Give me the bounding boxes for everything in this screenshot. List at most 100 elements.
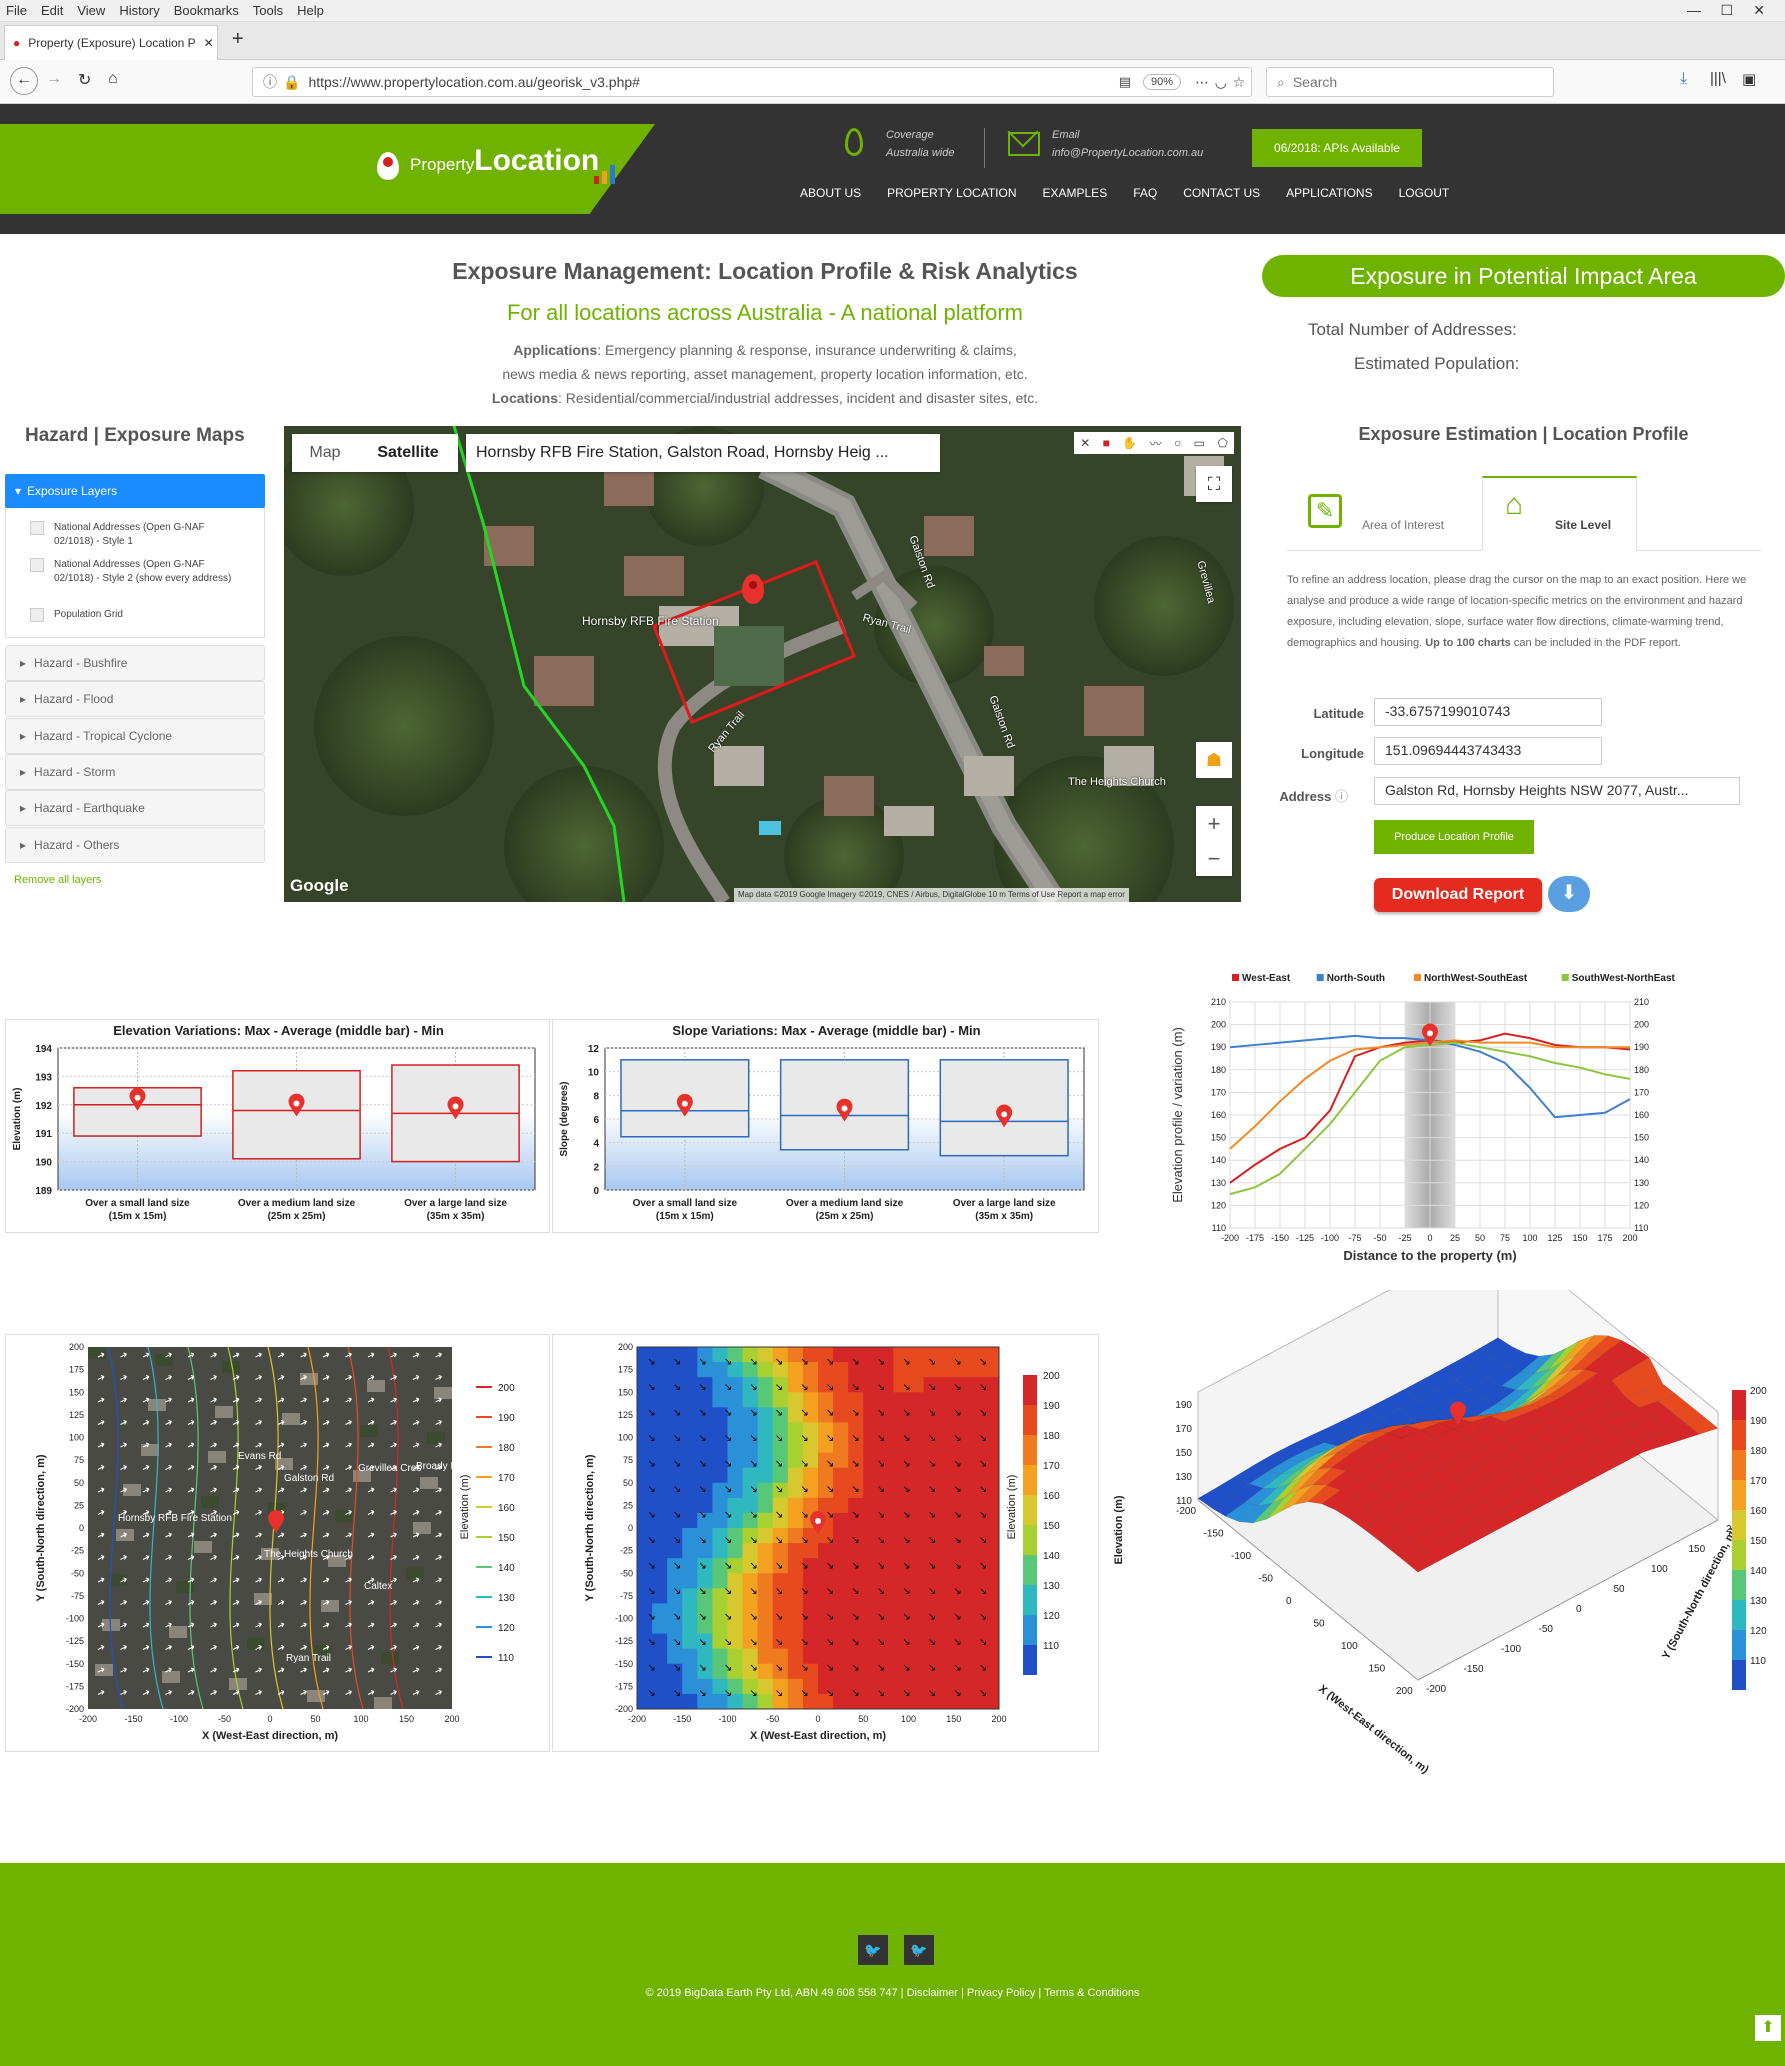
heatmap-cell bbox=[637, 1392, 653, 1408]
map-marker-icon[interactable] bbox=[742, 574, 764, 604]
map-search-input[interactable]: Hornsby RFB Fire Station, Galston Road, … bbox=[466, 434, 940, 472]
heatmap-cell bbox=[697, 1693, 713, 1710]
edit-icon: ✎ bbox=[1308, 494, 1342, 528]
browser-search-input[interactable]: ⌕ Search bbox=[1266, 67, 1554, 97]
zoom-out-icon[interactable]: − bbox=[1208, 846, 1221, 872]
layer-checkbox-3[interactable] bbox=[30, 608, 44, 622]
nav-applications[interactable]: APPLICATIONS bbox=[1286, 186, 1372, 200]
satellite-map[interactable]: Hornsby RFB Fire Station Ryan Trail Gals… bbox=[284, 426, 1241, 902]
new-tab-icon[interactable]: + bbox=[232, 28, 244, 51]
polyline-icon[interactable]: 〰 bbox=[1150, 435, 1162, 452]
heatmap-cell bbox=[697, 1392, 713, 1408]
reader-icon[interactable]: ▤ bbox=[1119, 74, 1131, 90]
pocket-icon[interactable]: ◡ bbox=[1215, 74, 1227, 91]
nav-faq[interactable]: FAQ bbox=[1133, 186, 1157, 200]
menu-history[interactable]: History bbox=[119, 3, 159, 18]
minimize-icon[interactable]: — bbox=[1687, 2, 1701, 18]
group-earthquake[interactable]: ▸ Hazard - Earthquake bbox=[5, 790, 265, 826]
exposure-layers-header[interactable]: ▾ Exposure Layers bbox=[5, 474, 265, 508]
email-info[interactable]: Email info@PropertyLocation.com.au bbox=[1052, 126, 1203, 162]
heatmap-cell bbox=[983, 1588, 1000, 1604]
heatmap-cell bbox=[727, 1588, 744, 1604]
rectangle-icon[interactable]: ▭ bbox=[1194, 436, 1205, 450]
heatmap-cell bbox=[938, 1603, 955, 1619]
menu-file[interactable]: File bbox=[6, 3, 27, 18]
twitter-icon[interactable]: 🐦 bbox=[858, 1935, 888, 1965]
heatmap-cell bbox=[667, 1678, 683, 1695]
menu-help[interactable]: Help bbox=[297, 3, 324, 18]
site-logo[interactable]: PropertyLocation bbox=[380, 144, 599, 178]
cloud-download-icon[interactable]: ⬇ bbox=[1548, 876, 1590, 912]
produce-profile-button[interactable]: Produce Location Profile bbox=[1374, 820, 1534, 854]
api-available-button[interactable]: 06/2018: APIs Available bbox=[1252, 129, 1422, 167]
zoom-level[interactable]: 90% bbox=[1142, 74, 1181, 90]
download-report-button[interactable]: Download Report bbox=[1374, 878, 1542, 912]
menu-view[interactable]: View bbox=[77, 3, 105, 18]
heatmap-cell bbox=[983, 1603, 1000, 1619]
longitude-input[interactable]: 151.09694443743433 bbox=[1374, 737, 1602, 765]
zoom-in-icon[interactable]: + bbox=[1208, 811, 1221, 837]
nav-property-location[interactable]: PROPERTY LOCATION bbox=[887, 186, 1016, 200]
heatmap-cell bbox=[848, 1422, 864, 1438]
reload-icon[interactable]: ↻ bbox=[78, 70, 91, 90]
browser-tab[interactable]: ● Property (Exposure) Location P ✕ bbox=[4, 25, 218, 60]
heatmap-cell bbox=[757, 1407, 774, 1423]
scroll-top-icon[interactable]: ⬆ bbox=[1755, 2015, 1781, 2041]
more-icon[interactable]: ⋯ bbox=[1195, 74, 1209, 91]
forward-icon[interactable]: → bbox=[46, 70, 62, 88]
address-input[interactable]: Galston Rd, Hornsby Heights NSW 2077, Au… bbox=[1374, 777, 1740, 805]
nav-examples[interactable]: EXAMPLES bbox=[1043, 186, 1108, 200]
heatmap-cell bbox=[983, 1482, 1000, 1499]
close-tab-icon[interactable]: ✕ bbox=[204, 36, 214, 50]
close-window-icon[interactable]: ✕ bbox=[1753, 2, 1765, 19]
heatmap-cell bbox=[938, 1663, 955, 1680]
y-tick-label: 160 bbox=[1211, 1110, 1226, 1120]
group-bushfire[interactable]: ▸ Hazard - Bushfire bbox=[5, 645, 265, 681]
twitter-icon-2[interactable]: 🐦 bbox=[904, 1935, 934, 1965]
heatmap-cell bbox=[772, 1347, 789, 1363]
info-icon[interactable]: ⓘ bbox=[263, 72, 277, 92]
map-tab-satellite[interactable]: Satellite bbox=[358, 434, 458, 472]
tab-area-of-interest[interactable]: ✎ Area of Interest bbox=[1302, 490, 1478, 550]
circle-icon[interactable]: ○ bbox=[1174, 436, 1181, 450]
legend-label: 160 bbox=[1750, 1506, 1767, 1517]
stop-icon[interactable]: ■ bbox=[1103, 436, 1110, 450]
nav-logout[interactable]: LOGOUT bbox=[1399, 186, 1450, 200]
pegman-icon[interactable]: ☗ bbox=[1196, 742, 1232, 778]
menu-tools[interactable]: Tools bbox=[253, 3, 283, 18]
bookmark-star-icon[interactable]: ☆ bbox=[1232, 74, 1245, 91]
group-tropical-cyclone[interactable]: ▸ Hazard - Tropical Cyclone bbox=[5, 718, 265, 754]
latitude-input[interactable]: -33.6757199010743 bbox=[1374, 698, 1602, 726]
layer-checkbox-2[interactable] bbox=[30, 558, 44, 572]
home-icon[interactable]: ⌂ bbox=[108, 70, 118, 88]
menu-edit[interactable]: Edit bbox=[41, 3, 63, 18]
tab-site-level[interactable]: ⌂ Site Level bbox=[1482, 476, 1637, 551]
nav-about-us[interactable]: ABOUT US bbox=[800, 186, 861, 200]
map-tab-map[interactable]: Map bbox=[292, 434, 358, 472]
y-tick-label: 125 bbox=[69, 1410, 84, 1420]
heatmap-cell bbox=[953, 1588, 970, 1604]
group-others[interactable]: ▸ Hazard - Others bbox=[5, 827, 265, 863]
back-icon[interactable]: ← bbox=[10, 67, 38, 95]
group-storm[interactable]: ▸ Hazard - Storm bbox=[5, 754, 265, 790]
download-icon[interactable]: ⤓ bbox=[1680, 70, 1687, 88]
url-bar[interactable]: ⓘ 🔒 https://www.propertylocation.com.au/… bbox=[252, 67, 1252, 97]
menu-bookmarks[interactable]: Bookmarks bbox=[174, 3, 239, 18]
maximize-icon[interactable]: ☐ bbox=[1720, 2, 1733, 19]
polygon-icon[interactable]: ⬠ bbox=[1217, 436, 1227, 450]
category-label: (15m x 15m) bbox=[109, 1211, 167, 1222]
group-flood[interactable]: ▸ Hazard - Flood bbox=[5, 681, 265, 717]
fullscreen-icon[interactable]: ⛶ bbox=[1196, 466, 1232, 502]
library-icon[interactable]: |||\ bbox=[1710, 70, 1726, 87]
hand-icon[interactable]: ✋ bbox=[1122, 436, 1137, 450]
close-draw-icon[interactable]: ✕ bbox=[1080, 436, 1090, 450]
remove-all-layers-link[interactable]: Remove all layers bbox=[14, 874, 101, 886]
legend-label: SouthWest-NorthEast bbox=[1572, 973, 1676, 984]
info-icon[interactable]: ⓘ bbox=[1335, 789, 1348, 804]
sidebar-icon[interactable]: ▣ bbox=[1742, 70, 1756, 88]
heatmap-cell bbox=[923, 1362, 940, 1378]
map-attribution[interactable]: Map data ©2019 Google Imagery ©2019, CNE… bbox=[734, 888, 1129, 902]
category-label: Over a large land size bbox=[953, 1198, 1056, 1209]
nav-contact-us[interactable]: CONTACT US bbox=[1183, 186, 1260, 200]
layer-checkbox-1[interactable] bbox=[30, 521, 44, 535]
